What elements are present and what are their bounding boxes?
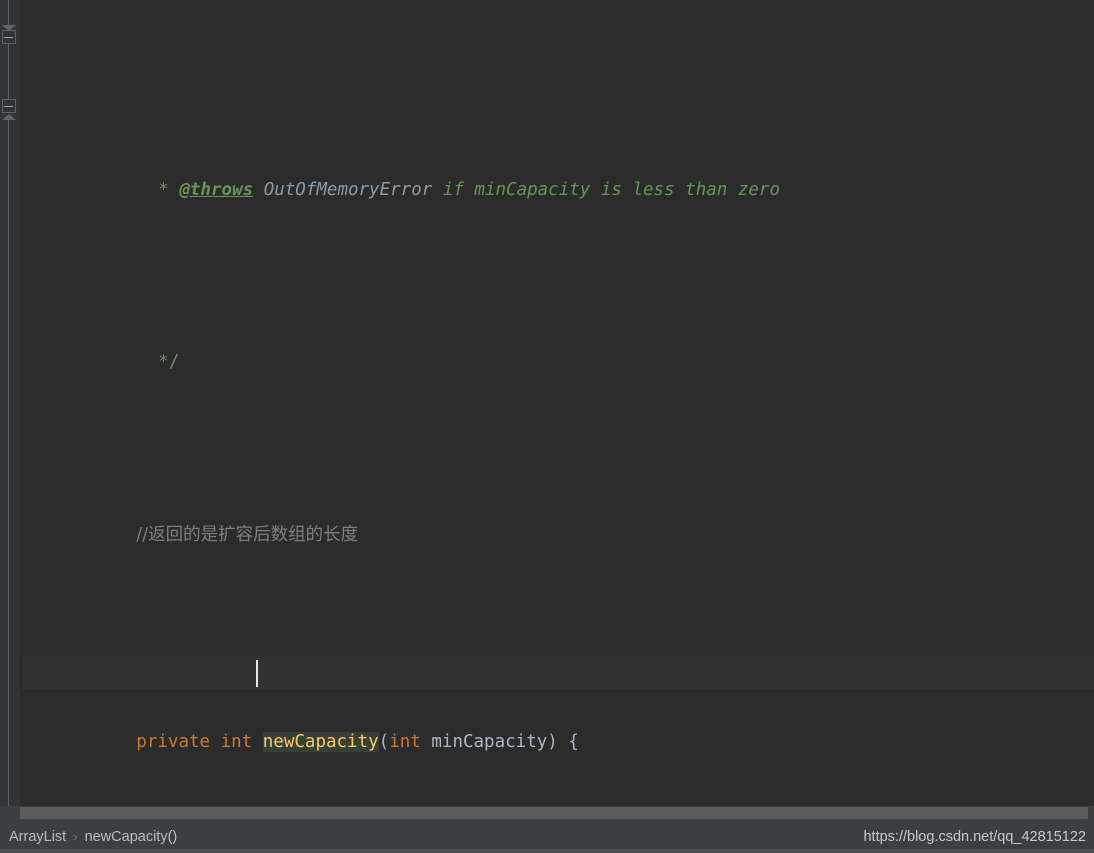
code-line-1[interactable]: * @throws OutOfMemoryError if minCapacit… [22,138,1094,200]
text-caret [256,659,258,687]
breadcrumb-item-class[interactable]: ArrayList [9,829,66,845]
fold-region-line-javadoc [8,0,9,25]
horizontal-scrollbar-thumb[interactable] [20,807,1088,819]
javadoc-exception-type: OutOfMemoryError [263,179,433,200]
keyword-int-return: int [220,731,253,752]
keyword-private: private [136,731,211,752]
code-text-content[interactable]: * @throws OutOfMemoryError if minCapacit… [22,0,1094,806]
fold-minus-glyph-method [4,106,13,107]
javadoc-close: */ [158,352,180,372]
paren-open: ( [378,731,390,752]
paren-close: ) [547,731,558,752]
keyword-int-param: int [389,731,421,752]
code-editor-area[interactable]: * @throws OutOfMemoryError if minCapacit… [0,0,1094,806]
chevron-right-icon: › [73,829,78,844]
javadoc-description: if minCapacity is less than zero [442,179,780,200]
brace-open: { [568,731,579,752]
breadcrumb-item-method[interactable]: newCapacity() [85,829,178,845]
method-name-newCapacity[interactable]: newCapacity [262,731,379,752]
code-line-4-method-signature[interactable]: private int newCapacity(int minCapacity)… [22,655,1094,752]
code-line-2[interactable]: */ [22,311,1094,372]
code-line-3[interactable]: //返回的是扩容后数组的长度 [22,483,1094,545]
param-minCapacity: minCapacity [431,731,548,752]
window-bottom-edge [0,849,1094,853]
fold-minus-glyph-javadoc [4,37,13,38]
javadoc-star: * [158,179,169,200]
line-comment-return-length: //返回的是扩容后数组的长度 [136,524,359,545]
fold-expand-arrow-method[interactable] [2,114,16,120]
fold-region-line-method [8,44,9,99]
ide-editor-window: * @throws OutOfMemoryError if minCapacit… [0,0,1094,853]
fold-region-line-method-body [8,120,9,806]
javadoc-throws-tag[interactable]: @throws [179,180,253,200]
editor-gutter[interactable] [0,0,21,806]
